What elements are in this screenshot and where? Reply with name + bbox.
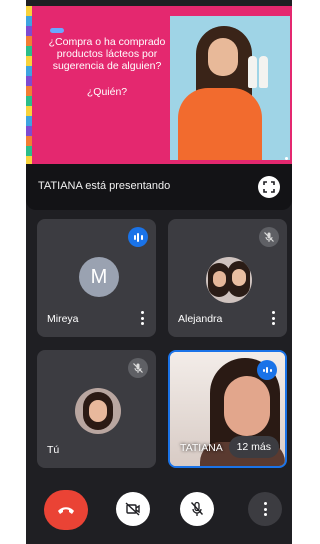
presentation-slide[interactable]: ¿Compra o ha comprado productos lácteos … [26,6,292,164]
presenting-bar: TATIANA está presentando [26,164,292,210]
presenter-label: TATIANA está presentando [38,180,171,192]
photo-face [208,38,238,76]
fullscreen-icon [263,181,275,193]
participant-tile-mireya[interactable]: M Mireya [37,219,156,337]
call-controls [26,476,292,544]
avatar [206,257,252,303]
participant-tile-tatiana[interactable]: TATIANA 12 más [168,350,287,468]
mic-off-icon [190,501,204,516]
camera-toggle-button[interactable] [116,492,150,526]
participant-name: Alejandra [178,313,223,325]
more-vert-icon [263,502,267,516]
avatar: M [79,257,119,297]
slide-photo [170,16,290,160]
mic-off-icon [128,358,148,378]
participant-name: TATIANA [180,442,223,454]
avatar [75,388,121,434]
slide-question: ¿Compra o ha comprado productos lácteos … [48,36,166,72]
meet-call-screen: ¿Compra o ha comprado productos lácteos … [26,0,292,544]
slide-color-strip [26,6,32,164]
milk-bottle [248,56,257,88]
more-options-button[interactable] [248,492,282,526]
video-face [224,376,270,436]
end-call-button[interactable] [44,490,88,530]
participant-tile-alejandra[interactable]: Alejandra [168,219,287,337]
audio-level-icon [128,227,148,247]
videocam-off-icon [125,502,140,516]
participant-name: Tú [47,444,60,456]
more-vert-icon[interactable] [140,311,144,325]
slide-dot [285,157,288,160]
slide-subquestion: ¿Quién? [86,86,128,98]
more-participants-badge[interactable]: 12 más [228,436,279,458]
slide-decoration [50,28,64,33]
fullscreen-button[interactable] [258,176,280,198]
call-end-icon [58,507,74,514]
milk-bottle [259,56,268,88]
mic-off-icon [259,227,279,247]
slide-text: ¿Compra o ha comprado productos lácteos … [48,36,166,98]
more-vert-icon[interactable] [271,311,275,325]
participant-tile-self[interactable]: Tú [37,350,156,468]
photo-body [178,88,262,160]
participant-name: Mireya [47,313,79,325]
audio-level-icon [257,360,277,380]
mic-toggle-button[interactable] [180,492,214,526]
